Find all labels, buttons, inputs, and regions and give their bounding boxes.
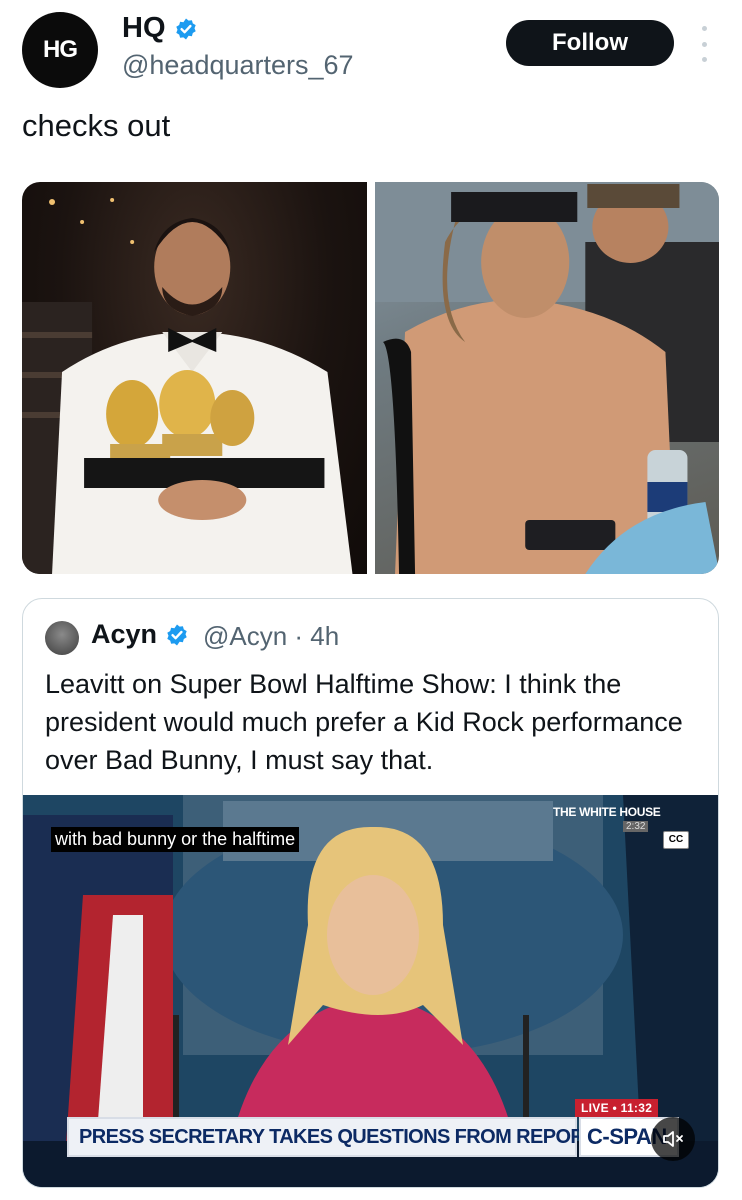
- avatar-logo-text: HG: [43, 36, 78, 63]
- author-name-row[interactable]: HQ: [122, 12, 198, 45]
- broadcast-clock: 2:32: [623, 821, 649, 832]
- closed-captions-button[interactable]: CC: [663, 831, 689, 849]
- broadcast-location-label: THE WHITE HOUSE: [553, 805, 661, 819]
- quoted-tweet-text: Leavitt on Super Bowl Halftime Show: I t…: [45, 669, 683, 775]
- photo-grammy-winner[interactable]: [22, 182, 367, 574]
- quoted-author-display-name: Acyn: [91, 619, 158, 649]
- news-chyron: PRESS SECRETARY TAKES QUESTIONS FROM REP…: [67, 1117, 636, 1157]
- author-display-name[interactable]: HQ: [122, 12, 166, 45]
- live-indicator: LIVE • 11:32: [575, 1099, 659, 1117]
- media-grid: [22, 182, 719, 574]
- quoted-author-name-row[interactable]: Acyn: [91, 619, 189, 650]
- more-vertical-icon[interactable]: [694, 26, 714, 62]
- verified-badge-icon: [167, 624, 187, 645]
- follow-button[interactable]: Follow: [506, 20, 674, 66]
- kid-rock-photo-illustration: [374, 182, 719, 574]
- tweet-post: HG HQ @headquarters_67 Follow checks out: [0, 0, 742, 1200]
- quoted-author-avatar[interactable]: [45, 621, 79, 655]
- tweet-text: checks out: [22, 108, 171, 143]
- photo-kid-rock[interactable]: [374, 182, 719, 574]
- video-caption: with bad bunny or the halftime: [51, 827, 300, 852]
- quoted-author-handle-time: @Acyn · 4h: [203, 621, 340, 651]
- speaker-muted-glyph: [663, 1131, 683, 1147]
- grammy-photo-illustration: [22, 198, 353, 574]
- author-handle[interactable]: @headquarters_67: [122, 50, 354, 81]
- quoted-tweet-card[interactable]: Acyn @Acyn · 4h Leavitt on Super Bowl Ha…: [22, 598, 719, 1188]
- video-player[interactable]: with bad bunny or the halftime THE WHITE…: [23, 795, 718, 1187]
- author-avatar[interactable]: HG: [22, 12, 98, 88]
- speaker-muted-icon[interactable]: [651, 1117, 695, 1161]
- verified-badge-icon: [175, 18, 196, 39]
